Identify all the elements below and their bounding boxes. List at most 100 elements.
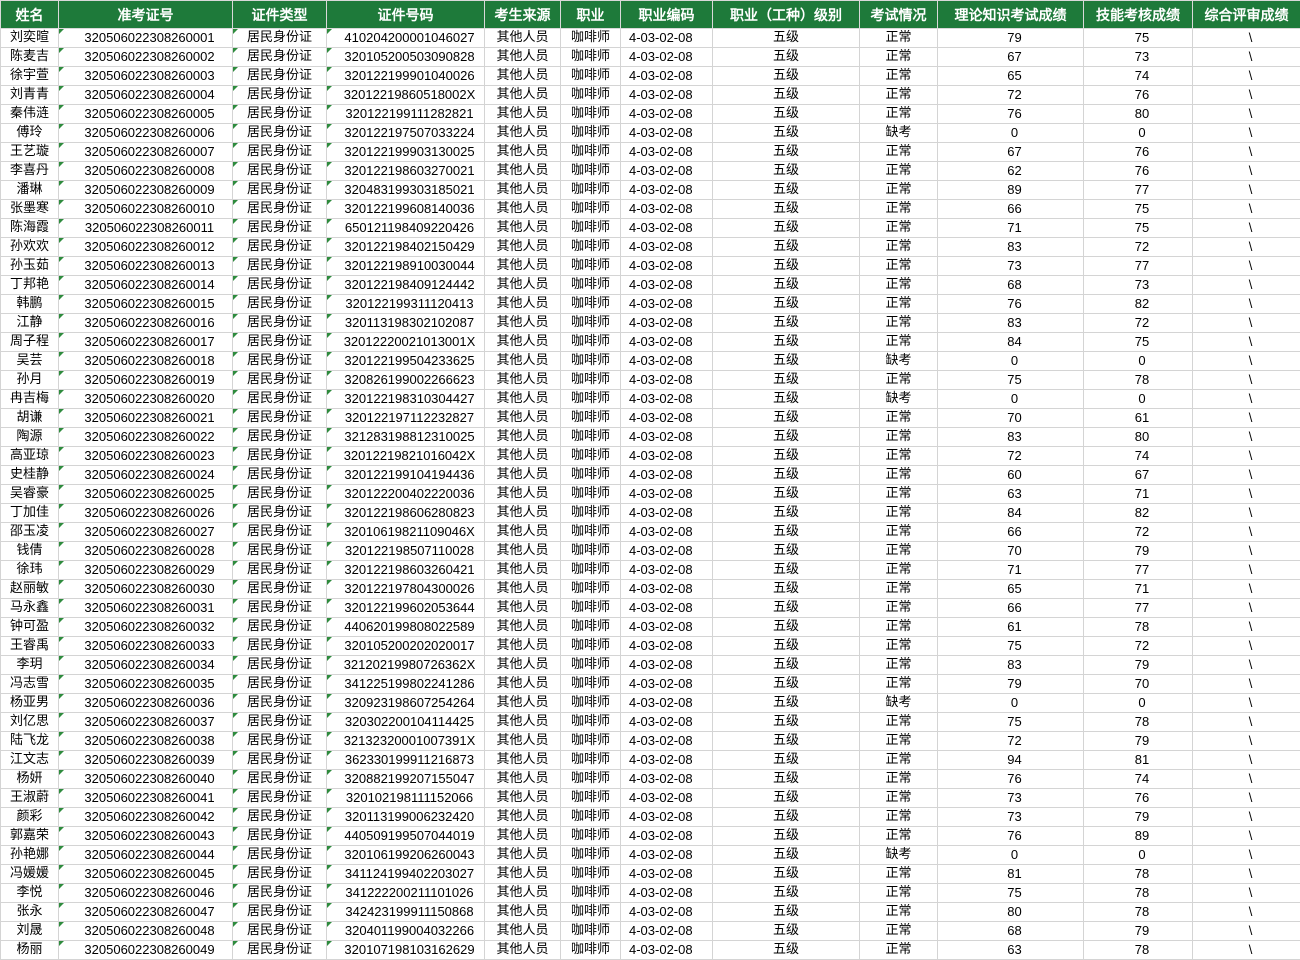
cell-ticket-no[interactable]: 320506022308260008 (59, 162, 233, 181)
cell-review-score[interactable]: \ (1193, 580, 1300, 599)
cell-name[interactable]: 刘晟 (1, 922, 59, 941)
cell-review-score[interactable]: \ (1193, 846, 1300, 865)
cell-level[interactable]: 五级 (713, 105, 860, 124)
cell-occupation[interactable]: 咖啡师 (561, 162, 621, 181)
cell-id-type[interactable]: 居民身份证 (233, 770, 327, 789)
cell-occupation-code[interactable]: 4-03-02-08 (621, 751, 713, 770)
cell-level[interactable]: 五级 (713, 846, 860, 865)
cell-id-type[interactable]: 居民身份证 (233, 561, 327, 580)
cell-occupation-code[interactable]: 4-03-02-08 (621, 599, 713, 618)
cell-ticket-no[interactable]: 320506022308260034 (59, 656, 233, 675)
cell-name[interactable]: 冯媛媛 (1, 865, 59, 884)
cell-occupation[interactable]: 咖啡师 (561, 67, 621, 86)
cell-level[interactable]: 五级 (713, 409, 860, 428)
cell-id-number[interactable]: 320923198607254264 (327, 694, 485, 713)
cell-review-score[interactable]: \ (1193, 903, 1300, 922)
cell-ticket-no[interactable]: 320506022308260040 (59, 770, 233, 789)
cell-theory-score[interactable]: 70 (938, 542, 1084, 561)
cell-occupation[interactable]: 咖啡师 (561, 846, 621, 865)
cell-review-score[interactable]: \ (1193, 618, 1300, 637)
cell-occupation-code[interactable]: 4-03-02-08 (621, 884, 713, 903)
cell-exam-status[interactable]: 正常 (860, 580, 938, 599)
cell-occupation-code[interactable]: 4-03-02-08 (621, 162, 713, 181)
cell-review-score[interactable]: \ (1193, 827, 1300, 846)
cell-source[interactable]: 其他人员 (485, 884, 561, 903)
cell-ticket-no[interactable]: 320506022308260028 (59, 542, 233, 561)
cell-name[interactable]: 钱倩 (1, 542, 59, 561)
cell-skill-score[interactable]: 74 (1084, 447, 1193, 466)
cell-id-number[interactable]: 341222200211101026 (327, 884, 485, 903)
cell-ticket-no[interactable]: 320506022308260005 (59, 105, 233, 124)
cell-source[interactable]: 其他人员 (485, 770, 561, 789)
cell-skill-score[interactable]: 75 (1084, 29, 1193, 48)
cell-source[interactable]: 其他人员 (485, 162, 561, 181)
cell-level[interactable]: 五级 (713, 276, 860, 295)
cell-exam-status[interactable]: 正常 (860, 504, 938, 523)
cell-id-type[interactable]: 居民身份证 (233, 466, 327, 485)
cell-review-score[interactable]: \ (1193, 200, 1300, 219)
cell-exam-status[interactable]: 正常 (860, 29, 938, 48)
cell-occupation-code[interactable]: 4-03-02-08 (621, 846, 713, 865)
cell-level[interactable]: 五级 (713, 922, 860, 941)
cell-ticket-no[interactable]: 320506022308260007 (59, 143, 233, 162)
cell-id-type[interactable]: 居民身份证 (233, 542, 327, 561)
cell-source[interactable]: 其他人员 (485, 48, 561, 67)
cell-level[interactable]: 五级 (713, 656, 860, 675)
cell-review-score[interactable]: \ (1193, 124, 1300, 143)
cell-skill-score[interactable]: 76 (1084, 143, 1193, 162)
cell-ticket-no[interactable]: 320506022308260043 (59, 827, 233, 846)
cell-level[interactable]: 五级 (713, 390, 860, 409)
cell-review-score[interactable]: \ (1193, 466, 1300, 485)
cell-theory-score[interactable]: 67 (938, 48, 1084, 67)
cell-ticket-no[interactable]: 320506022308260011 (59, 219, 233, 238)
cell-occupation-code[interactable]: 4-03-02-08 (621, 580, 713, 599)
cell-theory-score[interactable]: 62 (938, 162, 1084, 181)
cell-theory-score[interactable]: 66 (938, 523, 1084, 542)
header-occupation[interactable]: 职业 (561, 1, 621, 29)
cell-theory-score[interactable]: 65 (938, 580, 1084, 599)
cell-ticket-no[interactable]: 320506022308260031 (59, 599, 233, 618)
cell-occupation-code[interactable]: 4-03-02-08 (621, 789, 713, 808)
cell-level[interactable]: 五级 (713, 599, 860, 618)
cell-theory-score[interactable]: 76 (938, 105, 1084, 124)
cell-skill-score[interactable]: 0 (1084, 390, 1193, 409)
cell-ticket-no[interactable]: 320506022308260009 (59, 181, 233, 200)
cell-id-number[interactable]: 320122199602053644 (327, 599, 485, 618)
cell-id-number[interactable]: 32012220021013001X (327, 333, 485, 352)
cell-source[interactable]: 其他人员 (485, 466, 561, 485)
cell-ticket-no[interactable]: 320506022308260013 (59, 257, 233, 276)
cell-id-type[interactable]: 居民身份证 (233, 124, 327, 143)
cell-occupation[interactable]: 咖啡师 (561, 542, 621, 561)
cell-id-number[interactable]: 320105200202020017 (327, 637, 485, 656)
cell-ticket-no[interactable]: 320506022308260004 (59, 86, 233, 105)
cell-name[interactable]: 史桂静 (1, 466, 59, 485)
cell-exam-status[interactable]: 正常 (860, 257, 938, 276)
cell-occupation[interactable]: 咖啡师 (561, 485, 621, 504)
cell-level[interactable]: 五级 (713, 504, 860, 523)
cell-id-number[interactable]: 320105200503090828 (327, 48, 485, 67)
cell-name[interactable]: 刘奕暄 (1, 29, 59, 48)
cell-source[interactable]: 其他人员 (485, 789, 561, 808)
cell-review-score[interactable]: \ (1193, 257, 1300, 276)
cell-occupation-code[interactable]: 4-03-02-08 (621, 67, 713, 86)
cell-exam-status[interactable]: 正常 (860, 162, 938, 181)
cell-id-number[interactable]: 320122200402220036 (327, 485, 485, 504)
cell-exam-status[interactable]: 正常 (860, 675, 938, 694)
cell-level[interactable]: 五级 (713, 257, 860, 276)
cell-occupation[interactable]: 咖啡师 (561, 276, 621, 295)
cell-theory-score[interactable]: 67 (938, 143, 1084, 162)
cell-name[interactable]: 吴睿豪 (1, 485, 59, 504)
cell-review-score[interactable]: \ (1193, 105, 1300, 124)
cell-review-score[interactable]: \ (1193, 561, 1300, 580)
header-skill-score[interactable]: 技能考核成绩 (1084, 1, 1193, 29)
cell-review-score[interactable]: \ (1193, 352, 1300, 371)
cell-id-type[interactable]: 居民身份证 (233, 238, 327, 257)
cell-level[interactable]: 五级 (713, 447, 860, 466)
cell-id-type[interactable]: 居民身份证 (233, 618, 327, 637)
cell-review-score[interactable]: \ (1193, 447, 1300, 466)
cell-level[interactable]: 五级 (713, 694, 860, 713)
cell-theory-score[interactable]: 0 (938, 390, 1084, 409)
cell-name[interactable]: 冉吉梅 (1, 390, 59, 409)
cell-name[interactable]: 马永鑫 (1, 599, 59, 618)
cell-id-type[interactable]: 居民身份证 (233, 884, 327, 903)
